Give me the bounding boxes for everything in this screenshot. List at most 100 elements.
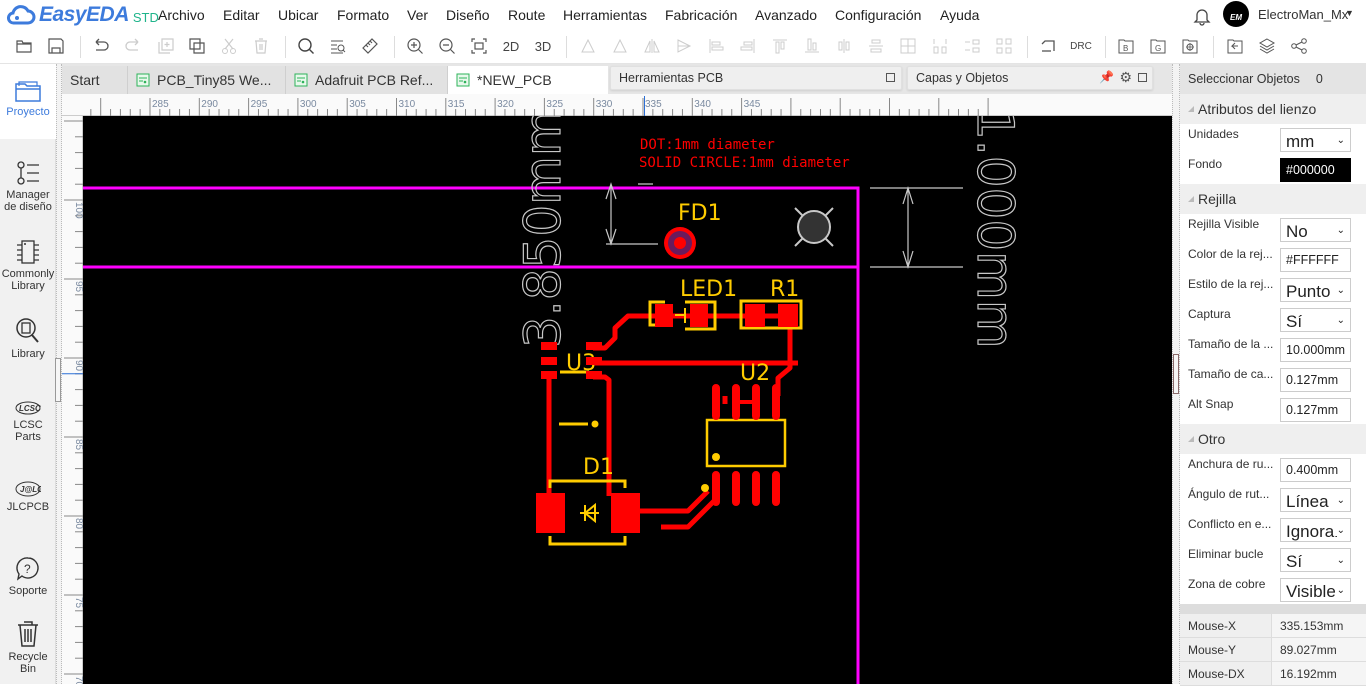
copy-icon[interactable] bbox=[186, 35, 208, 57]
save-icon[interactable] bbox=[45, 35, 67, 57]
copper-zone-select[interactable]: Visible ⌄ bbox=[1280, 578, 1351, 602]
menu-avanzado[interactable]: Avanzado bbox=[755, 7, 817, 23]
right-splitter[interactable] bbox=[1172, 64, 1180, 684]
maximize-icon[interactable] bbox=[1138, 73, 1147, 82]
grid-style-select[interactable]: Punto ⌄ bbox=[1280, 278, 1351, 302]
fit-view-icon[interactable] bbox=[468, 35, 490, 57]
sidebar-item-recycle-bin[interactable]: Recycle Bin bbox=[0, 620, 56, 675]
sidebar-item-soporte[interactable]: ? Soporte bbox=[0, 556, 56, 597]
menu-ayuda[interactable]: Ayuda bbox=[940, 7, 979, 23]
search-icon[interactable] bbox=[295, 35, 317, 57]
sidebar-item-lcsc-parts[interactable]: LCSC LCSC Parts bbox=[0, 400, 56, 443]
align-bottom-icon[interactable] bbox=[801, 35, 823, 57]
flip-horizontal-icon[interactable] bbox=[641, 35, 663, 57]
redo-icon[interactable] bbox=[122, 35, 144, 57]
sidebar-item-proyecto[interactable]: Proyecto bbox=[0, 64, 56, 139]
layers-objects-panel[interactable]: Capas y Objetos 📌 ⚙ bbox=[907, 66, 1153, 90]
align-vcenter-icon[interactable] bbox=[865, 35, 887, 57]
pcb-tools-panel[interactable]: Herramientas PCB bbox=[610, 66, 902, 90]
distribute-horizontal-icon[interactable] bbox=[929, 35, 951, 57]
menu-ubicar[interactable]: Ubicar bbox=[278, 7, 318, 23]
tab-pcb-tiny85[interactable]: PCB_Tiny85 We... bbox=[128, 66, 286, 94]
rotate-right-icon[interactable] bbox=[609, 35, 631, 57]
find-similar-icon[interactable] bbox=[327, 35, 349, 57]
select-value: Punto bbox=[1286, 281, 1331, 301]
menu-route[interactable]: Route bbox=[508, 7, 545, 23]
share-icon[interactable] bbox=[1288, 35, 1310, 57]
avatar[interactable]: EM bbox=[1223, 1, 1249, 27]
align-top-icon[interactable] bbox=[769, 35, 791, 57]
remove-loop-select[interactable]: Sí ⌄ bbox=[1280, 548, 1351, 572]
menu-formato[interactable]: Formato bbox=[337, 7, 389, 23]
alt-snap-input[interactable]: 0.127mm bbox=[1280, 398, 1351, 422]
menu-diseno[interactable]: Diseño bbox=[446, 7, 490, 23]
delete-icon[interactable] bbox=[250, 35, 272, 57]
tab-label: Adafruit PCB Ref... bbox=[315, 72, 434, 88]
sidebar-item-commonly-library[interactable]: Commonly Library bbox=[0, 239, 56, 292]
layers-icon[interactable] bbox=[1256, 35, 1278, 57]
bell-icon[interactable] bbox=[1192, 6, 1212, 29]
tab-start[interactable]: Start bbox=[62, 66, 128, 94]
prop-copper-zone: Zona de cobre Visible ⌄ bbox=[1180, 574, 1366, 604]
svg-text:J@LC: J@LC bbox=[20, 485, 41, 494]
menu-configuracion[interactable]: Configuración bbox=[835, 7, 921, 23]
pin-icon[interactable]: 📌 bbox=[1099, 70, 1114, 84]
open-folder-icon[interactable] bbox=[13, 35, 35, 57]
align-hcenter-icon[interactable] bbox=[833, 35, 855, 57]
grid-size-input[interactable]: 10.000mm bbox=[1280, 338, 1351, 362]
tab-new-pcb[interactable]: *NEW_PCB bbox=[448, 66, 608, 94]
menu-archivo[interactable]: Archivo bbox=[158, 7, 205, 23]
route-angle-select[interactable]: Línea ⌄ bbox=[1280, 488, 1351, 512]
pcb-canvas[interactable]: DOT:1mm diameter SOLID CIRCLE:1mm diamet… bbox=[83, 116, 1172, 684]
distribute-vertical-icon[interactable] bbox=[961, 35, 983, 57]
route-width-input[interactable]: 0.400mm bbox=[1280, 458, 1351, 482]
menu-fabricacion[interactable]: Fabricación bbox=[665, 7, 737, 23]
snap-select[interactable]: Sí ⌄ bbox=[1280, 308, 1351, 332]
menu-herramientas[interactable]: Herramientas bbox=[563, 7, 647, 23]
conflict-select[interactable]: Ignorar ⌄ bbox=[1280, 518, 1351, 542]
maximize-icon[interactable] bbox=[886, 73, 895, 82]
sidebar-item-jlcpcb[interactable]: J@LC JLCPCB bbox=[0, 480, 56, 513]
gear-icon[interactable]: ⚙ bbox=[1119, 69, 1132, 86]
user-name[interactable]: ElectroMan_Mx bbox=[1258, 7, 1348, 22]
menu-editar[interactable]: Editar bbox=[223, 7, 260, 23]
menu-ver[interactable]: Ver bbox=[407, 7, 428, 23]
align-right-icon[interactable] bbox=[737, 35, 759, 57]
pick-place-icon[interactable] bbox=[1179, 35, 1201, 57]
user-menu-caret-icon[interactable]: ▼ bbox=[1345, 8, 1354, 18]
ruler-icon[interactable] bbox=[359, 35, 381, 57]
grid-color-input[interactable]: #FFFFFF bbox=[1280, 248, 1351, 272]
background-color-input[interactable]: #000000 bbox=[1280, 158, 1351, 182]
sidebar-item-library[interactable]: Library bbox=[0, 317, 56, 360]
view-3d-button[interactable]: 3D bbox=[530, 35, 556, 57]
ruler-label: 100 bbox=[73, 202, 83, 219]
undo-icon[interactable] bbox=[90, 35, 112, 57]
gerber-icon[interactable]: G bbox=[1147, 35, 1169, 57]
route-icon[interactable] bbox=[1038, 35, 1060, 57]
flip-vertical-icon[interactable] bbox=[673, 35, 695, 57]
selection-header: Seleccionar Objetos 0 bbox=[1180, 64, 1366, 94]
drc-button[interactable]: DRC bbox=[1067, 35, 1095, 57]
grid-distribute-icon[interactable] bbox=[897, 35, 919, 57]
zoom-in-icon[interactable] bbox=[404, 35, 426, 57]
sidebar-item-manager-diseno[interactable]: Manager de diseño bbox=[0, 160, 56, 213]
ruler-label: 330 bbox=[596, 99, 613, 110]
units-select[interactable]: mm ⌄ bbox=[1280, 128, 1351, 152]
bom-icon[interactable]: B bbox=[1115, 35, 1137, 57]
ruler-label: 345 bbox=[744, 99, 761, 110]
group-icon[interactable] bbox=[993, 35, 1015, 57]
section-other[interactable]: Otro bbox=[1180, 424, 1366, 454]
rotate-left-icon[interactable] bbox=[577, 35, 599, 57]
tab-adafruit-pcb[interactable]: Adafruit PCB Ref... bbox=[286, 66, 448, 94]
grid-visible-select[interactable]: No ⌄ bbox=[1280, 218, 1351, 242]
prop-label: Color de la rej... bbox=[1188, 247, 1273, 261]
align-left-icon[interactable] bbox=[705, 35, 727, 57]
cut-icon[interactable] bbox=[218, 35, 240, 57]
section-canvas-attributes[interactable]: Atributos del lienzo bbox=[1180, 94, 1366, 124]
duplicate-icon[interactable] bbox=[155, 35, 177, 57]
snap-size-input[interactable]: 0.127mm bbox=[1280, 368, 1351, 392]
section-grid[interactable]: Rejilla bbox=[1180, 184, 1366, 214]
zoom-out-icon[interactable] bbox=[436, 35, 458, 57]
view-2d-button[interactable]: 2D bbox=[498, 35, 524, 57]
import-icon[interactable] bbox=[1224, 35, 1246, 57]
